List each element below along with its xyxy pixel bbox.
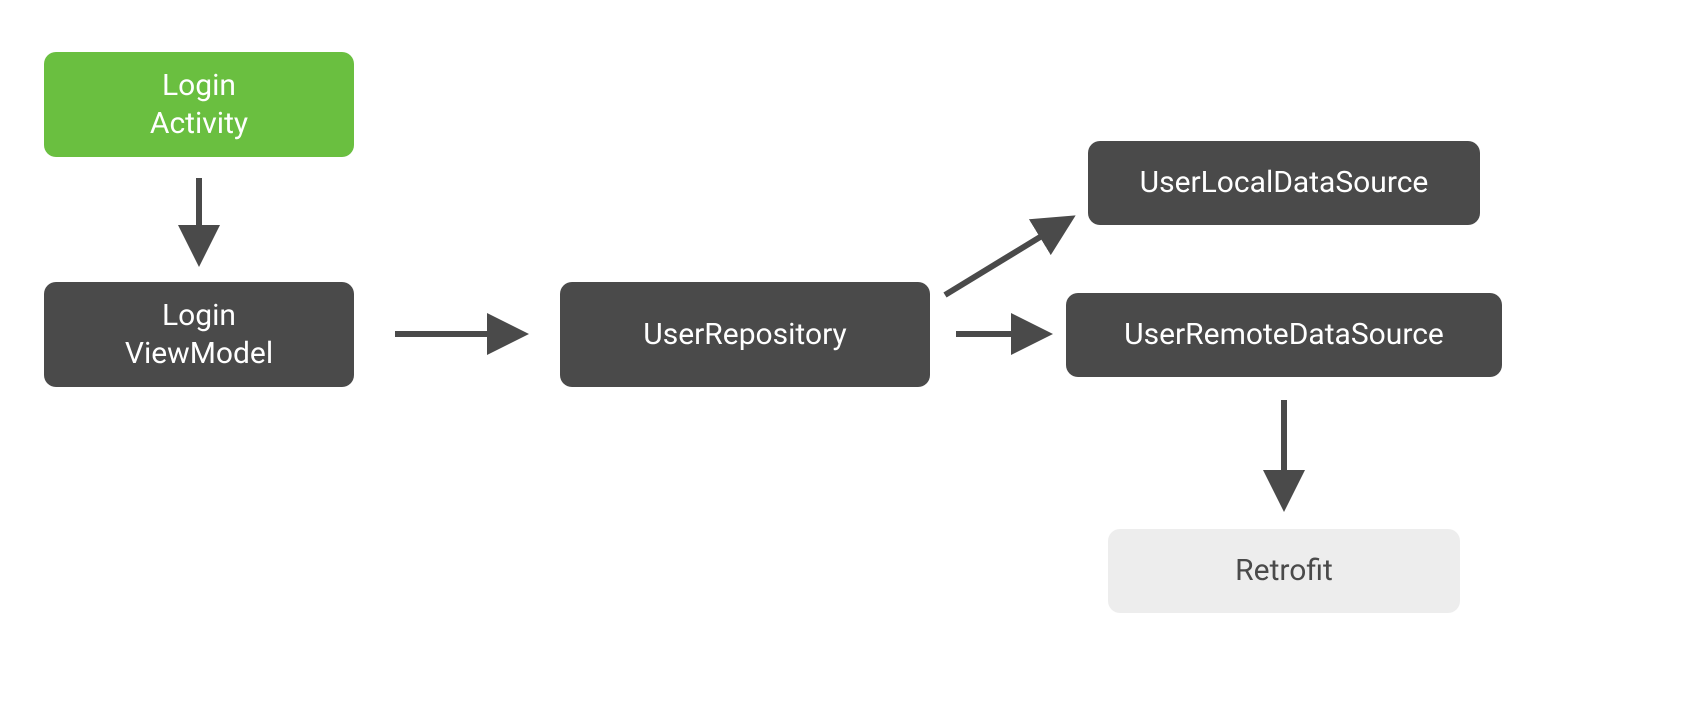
node-user-repository: UserRepository	[560, 282, 930, 387]
node-label: Retrofit	[1235, 552, 1333, 590]
node-label: UserRepository	[643, 316, 846, 354]
node-login-activity: Login Activity	[44, 52, 354, 157]
arrow-repository-to-local	[945, 220, 1068, 295]
node-login-viewmodel: Login ViewModel	[44, 282, 354, 387]
node-user-remote-data-source: UserRemoteDataSource	[1066, 293, 1502, 377]
node-label: UserLocalDataSource	[1140, 164, 1429, 202]
node-user-local-data-source: UserLocalDataSource	[1088, 141, 1480, 225]
node-label: Login ViewModel	[125, 297, 273, 372]
node-label: Login Activity	[150, 67, 248, 142]
node-retrofit: Retrofit	[1108, 529, 1460, 613]
node-label: UserRemoteDataSource	[1124, 316, 1444, 354]
